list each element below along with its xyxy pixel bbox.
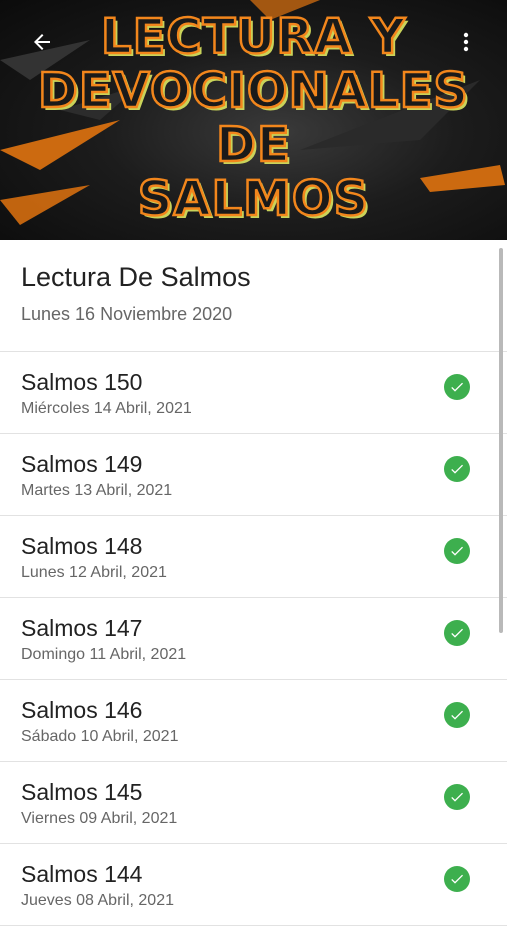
list-item[interactable]: Salmos 144 Jueves 08 Abril, 2021 [0,844,507,926]
readings-list: Salmos 150 Miércoles 14 Abril, 2021 Salm… [0,352,507,926]
banner-line-3: DE [215,117,291,174]
check-circle-icon [444,784,470,810]
check-circle-icon [444,456,470,482]
list-item[interactable]: Salmos 148 Lunes 12 Abril, 2021 [0,516,507,598]
arrow-left-icon [34,34,50,50]
list-item[interactable]: Salmos 149 Martes 13 Abril, 2021 [0,434,507,516]
reading-date: Lunes 12 Abril, 2021 [21,564,167,581]
list-item[interactable]: Salmos 150 Miércoles 14 Abril, 2021 [0,352,507,434]
list-item[interactable]: Salmos 147 Domingo 11 Abril, 2021 [0,598,507,680]
reading-title: Salmos 150 [21,369,143,395]
reading-title: Salmos 145 [21,779,143,805]
reading-title: Salmos 144 [21,861,143,887]
reading-title: Salmos 148 [21,533,143,559]
reading-title: Salmos 147 [21,615,143,641]
scrollbar[interactable] [499,248,503,633]
reading-title: Salmos 146 [21,697,143,723]
summary-title: Lectura De Salmos [21,262,251,292]
reading-date: Sábado 10 Abril, 2021 [21,728,179,745]
header-banner: LECTURA Y DEVOCIONALES DE SALMOS [0,0,507,240]
check-circle-icon [444,538,470,564]
check-circle-icon [444,866,470,892]
check-circle-icon [444,702,470,728]
reading-summary: Lectura De Salmos Lunes 16 Noviembre 202… [0,240,507,352]
reading-date: Jueves 08 Abril, 2021 [21,892,174,909]
back-button[interactable] [28,28,56,56]
banner-title: LECTURA Y DEVOCIONALES DE SALMOS [0,9,507,228]
list-item[interactable]: Salmos 146 Sábado 10 Abril, 2021 [0,680,507,762]
check-circle-icon [444,374,470,400]
summary-date: Lunes 16 Noviembre 2020 [21,304,233,324]
reading-date: Viernes 09 Abril, 2021 [21,810,178,827]
banner-line-2: DEVOCIONALES [37,63,469,120]
reading-date: Domingo 11 Abril, 2021 [21,646,187,663]
banner-line-1: LECTURA Y [100,9,406,66]
more-vertical-icon [463,32,469,52]
banner-line-4: SALMOS [137,171,370,228]
list-item[interactable]: Salmos 145 Viernes 09 Abril, 2021 [0,762,507,844]
overflow-menu-button[interactable] [452,28,480,56]
reading-title: Salmos 149 [21,451,143,477]
reading-date: Martes 13 Abril, 2021 [21,482,173,499]
check-circle-icon [444,620,470,646]
reading-date: Miércoles 14 Abril, 2021 [21,400,192,417]
